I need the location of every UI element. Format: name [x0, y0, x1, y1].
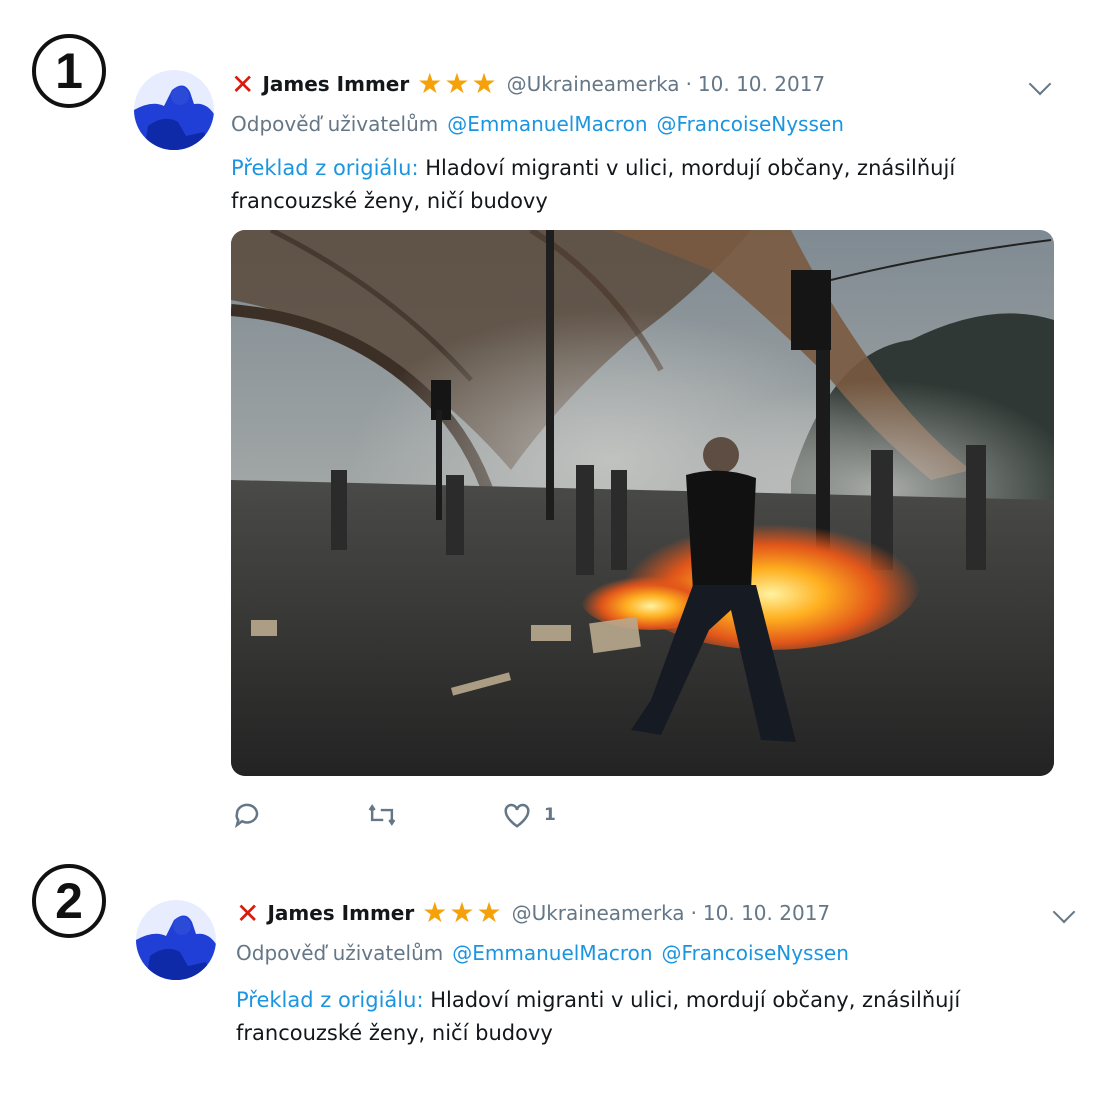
star-icon: ★: [417, 67, 443, 100]
translation-label: Překlad z origiálu:: [231, 156, 419, 180]
tweet-header: ✕ James Immer ★ ★ ★ @Ukraineamerka · 10.…: [236, 896, 830, 930]
avatar-image: [134, 70, 214, 150]
tweet-text-line1: Hladoví migranti v ulici, mordují občany…: [430, 988, 961, 1012]
user-handle[interactable]: @Ukraineamerka: [512, 901, 685, 925]
mention-francoisenyssen[interactable]: @FrancoiseNyssen: [657, 112, 844, 136]
tweet-date[interactable]: 10. 10. 2017: [698, 72, 825, 96]
marker-1: 1: [32, 34, 106, 108]
reply-icon[interactable]: [232, 800, 262, 830]
separator-dot: ·: [690, 901, 697, 925]
x-mark-icon: ✕: [231, 67, 255, 101]
tweet-text: Překlad z origiálu: Hladoví migranti v u…: [231, 152, 955, 218]
chevron-down-icon[interactable]: [1028, 72, 1052, 96]
tweet-text-line2: francouzské ženy, ničí budovy: [236, 1021, 553, 1045]
reply-prefix: Odpověď uživatelům: [236, 941, 444, 965]
separator-dot: ·: [685, 72, 692, 96]
reply-to-line: Odpověď uživatelům @EmmanuelMacron @Fran…: [236, 937, 849, 969]
tweet-actions: 1: [232, 800, 556, 830]
user-handle[interactable]: @Ukraineamerka: [507, 72, 680, 96]
star-icon: ★: [471, 67, 497, 100]
reply-to-line: Odpověď uživatelům @EmmanuelMacron @Fran…: [231, 108, 844, 140]
translation-label: Překlad z origiálu:: [236, 988, 424, 1012]
avatar[interactable]: [136, 900, 216, 980]
tweet-date[interactable]: 10. 10. 2017: [703, 901, 830, 925]
display-name[interactable]: James Immer: [262, 72, 409, 96]
marker-2: 2: [32, 864, 106, 938]
marker-2-label: 2: [55, 873, 83, 929]
tweet-text: Překlad z origiálu: Hladoví migranti v u…: [236, 984, 960, 1050]
reply-prefix: Odpověď uživatelům: [231, 112, 439, 136]
street-fire-photo: [231, 230, 1054, 776]
mention-emmanuelmacron[interactable]: @EmmanuelMacron: [447, 112, 647, 136]
like-count: 1: [544, 805, 556, 825]
tweet-photo[interactable]: [231, 230, 1054, 776]
star-icon: ★: [476, 896, 502, 929]
marker-1-label: 1: [55, 43, 83, 99]
like-button[interactable]: 1: [502, 801, 556, 829]
chevron-down-icon[interactable]: [1052, 900, 1076, 924]
heart-icon: [504, 803, 530, 828]
x-mark-icon: ✕: [236, 896, 260, 930]
display-name[interactable]: James Immer: [267, 901, 414, 925]
mention-francoisenyssen[interactable]: @FrancoiseNyssen: [662, 941, 849, 965]
tweet-text-line2: francouzské ženy, ničí budovy: [231, 189, 548, 213]
star-icon: ★: [422, 896, 448, 929]
mention-emmanuelmacron[interactable]: @EmmanuelMacron: [452, 941, 652, 965]
star-icon: ★: [444, 67, 470, 100]
star-icon: ★: [449, 896, 475, 929]
retweet-icon[interactable]: [366, 800, 398, 830]
tweet-text-line1: Hladoví migranti v ulici, mordují občany…: [425, 156, 956, 180]
avatar[interactable]: [134, 70, 214, 150]
avatar-image: [136, 900, 216, 980]
tweet-header: ✕ James Immer ★ ★ ★ @Ukraineamerka · 10.…: [231, 67, 825, 101]
